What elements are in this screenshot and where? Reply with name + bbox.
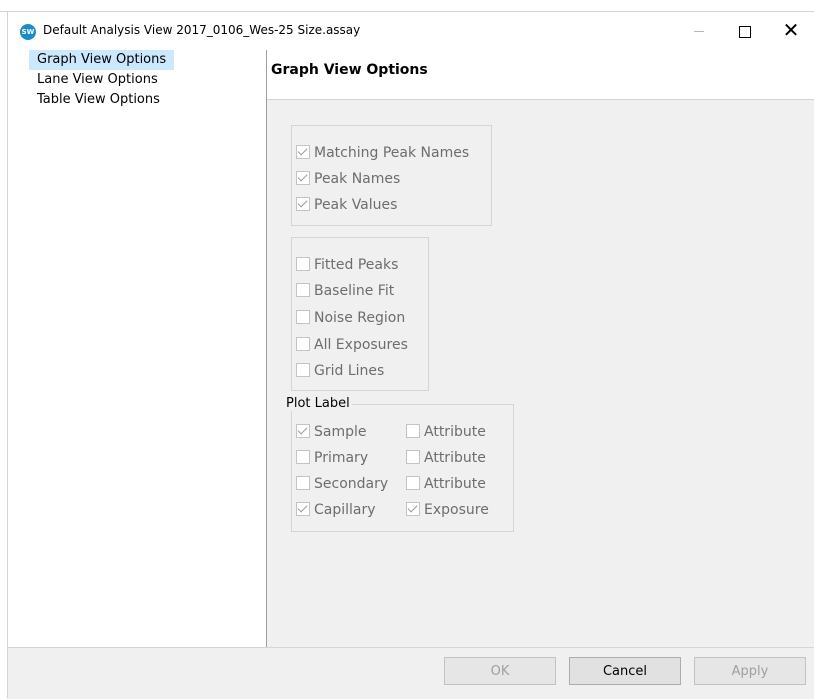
checkbox-label: Peak Values — [314, 197, 398, 213]
checkbox-icon — [296, 257, 310, 271]
checkbox-label: Sample — [314, 424, 367, 440]
checkbox-icon — [296, 450, 310, 464]
plot-label-primary-attribute-checkbox[interactable]: Attribute — [406, 448, 486, 468]
matching-peak-names-checkbox[interactable]: Matching Peak Names — [296, 143, 469, 163]
checkbox-icon — [296, 171, 310, 185]
checkbox-icon — [406, 476, 420, 490]
nav-item-lane-view-options[interactable]: Lane View Options — [29, 70, 166, 90]
ok-button[interactable]: OK — [444, 657, 556, 685]
checkbox-icon — [406, 424, 420, 438]
dialog-button-bar — [7, 647, 814, 699]
fitted-peaks-checkbox[interactable]: Fitted Peaks — [296, 255, 398, 275]
apply-button[interactable]: Apply — [694, 657, 806, 685]
checkbox-icon — [296, 310, 310, 324]
outer-border-left — [7, 12, 8, 698]
checkbox-label: Attribute — [424, 424, 486, 440]
plot-label-exposure-checkbox[interactable]: Exposure — [406, 500, 489, 520]
checkbox-label: Noise Region — [314, 310, 406, 326]
maximize-icon — [739, 26, 751, 38]
app-logo-icon: SW — [20, 24, 36, 40]
maximize-button[interactable] — [722, 12, 768, 50]
section-header: Graph View Options — [267, 50, 814, 100]
plot-label-legend: Plot Label — [284, 396, 352, 411]
checkbox-label: Fitted Peaks — [314, 257, 399, 273]
baseline-fit-checkbox[interactable]: Baseline Fit — [296, 281, 394, 301]
checkbox-label: Attribute — [424, 476, 486, 492]
cancel-button[interactable]: Cancel — [569, 657, 681, 685]
checkbox-label: Capillary — [314, 502, 376, 518]
options-panel: Graph View Options Matching Peak Names P… — [267, 50, 814, 647]
minimize-button[interactable] — [676, 12, 722, 50]
title-bar[interactable]: SW Default Analysis View 2017_0106_Wes-2… — [7, 12, 814, 50]
plot-label-sample-attribute-checkbox[interactable]: Attribute — [406, 422, 486, 442]
noise-region-checkbox[interactable]: Noise Region — [296, 308, 405, 328]
plot-label-secondary-checkbox[interactable]: Secondary — [296, 474, 388, 494]
checkbox-icon — [406, 502, 420, 516]
options-nav-tree: Graph View Options Lane View Options Tab… — [7, 50, 267, 647]
checkbox-label: Peak Names — [314, 171, 401, 187]
minimize-icon — [694, 31, 704, 32]
checkbox-label: Exposure — [424, 502, 489, 518]
peak-values-checkbox[interactable]: Peak Values — [296, 195, 397, 215]
plot-label-capillary-checkbox[interactable]: Capillary — [296, 500, 376, 520]
grid-lines-checkbox[interactable]: Grid Lines — [296, 361, 384, 381]
plot-label-secondary-attribute-checkbox[interactable]: Attribute — [406, 474, 486, 494]
checkbox-icon — [296, 502, 310, 516]
checkbox-icon — [296, 145, 310, 159]
close-button[interactable]: ✕ — [768, 12, 814, 50]
peak-names-checkbox[interactable]: Peak Names — [296, 169, 400, 189]
checkbox-label: Attribute — [424, 450, 486, 466]
plot-label-primary-checkbox[interactable]: Primary — [296, 448, 368, 468]
nav-item-table-view-options[interactable]: Table View Options — [29, 90, 168, 110]
checkbox-label: Baseline Fit — [314, 283, 395, 299]
plot-label-sample-checkbox[interactable]: Sample — [296, 422, 367, 442]
all-exposures-checkbox[interactable]: All Exposures — [296, 335, 408, 355]
nav-item-graph-view-options[interactable]: Graph View Options — [29, 50, 175, 70]
checkbox-label: Matching Peak Names — [314, 145, 470, 161]
checkbox-icon — [296, 424, 310, 438]
checkbox-label: Primary — [314, 450, 369, 466]
checkbox-label: All Exposures — [314, 337, 408, 353]
checkbox-icon — [296, 283, 310, 297]
close-icon: ✕ — [782, 18, 800, 42]
window-title: Default Analysis View 2017_0106_Wes-25 S… — [43, 23, 361, 37]
checkbox-icon — [296, 363, 310, 377]
checkbox-icon — [296, 337, 310, 351]
dialog-window: SW Default Analysis View 2017_0106_Wes-2… — [7, 12, 814, 699]
checkbox-icon — [406, 450, 420, 464]
checkbox-label: Secondary — [314, 476, 389, 492]
checkbox-icon — [296, 197, 310, 211]
checkbox-icon — [296, 476, 310, 490]
section-title: Graph View Options — [271, 62, 428, 78]
checkbox-label: Grid Lines — [314, 363, 385, 379]
